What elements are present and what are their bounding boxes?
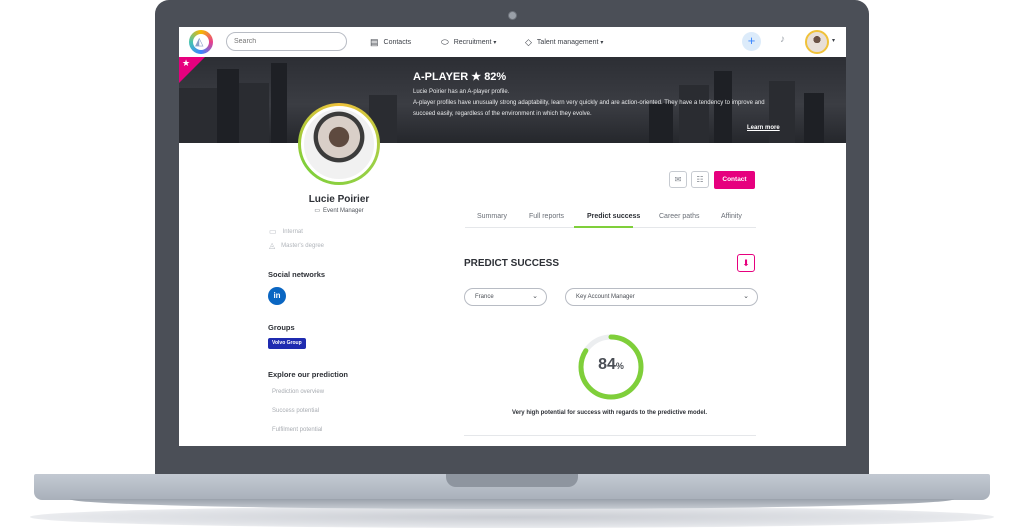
skyline-building	[271, 63, 287, 143]
skyline-building	[714, 71, 732, 143]
profile-name: Lucie Poirier	[308, 194, 370, 205]
chevron-down-icon[interactable]: ▾	[832, 37, 835, 44]
explore-link-prediction-overview[interactable]: Prediction overview	[272, 389, 324, 395]
team-button[interactable]: ☷	[691, 171, 709, 188]
briefcase-icon: ▭	[314, 208, 320, 214]
country-select[interactable]: France ⌄	[464, 288, 547, 306]
profile-role: ▭ Event Manager	[298, 207, 380, 214]
profile-photo	[298, 103, 380, 185]
envelope-icon: ✉	[674, 175, 682, 184]
explore-link-success-potential[interactable]: Success potential	[272, 408, 319, 414]
profile-role-label: Event Manager	[322, 208, 364, 214]
chevron-down-icon: ⌄	[532, 293, 538, 300]
tab-full-reports[interactable]: Full reports	[529, 213, 564, 220]
nav-recruitment[interactable]: ⬭ Recruitment ▾	[441, 35, 496, 49]
tab-affinity[interactable]: Affinity	[721, 213, 742, 220]
nav-talent-management[interactable]: ◇ Talent management ▾	[525, 35, 603, 49]
nav-talent-label: Talent management	[536, 38, 599, 46]
users-icon: ☷	[696, 175, 704, 184]
add-button[interactable]: +	[742, 32, 761, 51]
skyline-building	[239, 83, 269, 143]
star-icon[interactable]: ★	[182, 58, 190, 69]
download-icon: ⬇	[742, 258, 750, 268]
banner-text-line: Lucie Poirier has an A-player profile.	[413, 89, 510, 95]
internship-label: Internat	[282, 228, 303, 235]
job-select-value: Key Account Manager	[576, 294, 635, 300]
banner-text-line: A-player profiles have unusually strong …	[413, 100, 765, 106]
learn-more-link[interactable]: Learn more	[747, 125, 780, 131]
job-select[interactable]: Key Account Manager ⌄	[565, 288, 758, 306]
skyline-building	[769, 81, 795, 143]
laptop-notch	[446, 474, 578, 487]
top-navigation-bar: ◭ ▤ Contacts ⬭ Recruitment ▾ ◇ Talent ma…	[179, 27, 846, 57]
profile-internship: ▭ Internat	[269, 227, 303, 236]
social-networks-heading: Social networks	[268, 270, 326, 279]
gauge-score: 84%	[576, 356, 646, 374]
explore-link-fulfilment-potential[interactable]: Fulfilment potential	[272, 427, 322, 433]
email-button[interactable]: ✉	[669, 171, 687, 188]
skyline-building	[649, 103, 673, 143]
tab-summary[interactable]: Summary	[477, 213, 507, 220]
groups-heading: Groups	[268, 323, 295, 332]
nav-recruitment-label: Recruitment	[453, 38, 492, 46]
nav-contacts[interactable]: ▤ Contacts	[370, 35, 411, 49]
degree-label: Master's degree	[281, 242, 324, 249]
skyline-building	[179, 88, 219, 143]
linkedin-icon[interactable]: in	[268, 287, 286, 305]
camera-icon	[508, 11, 517, 20]
laptop-mockup: ◭ ▤ Contacts ⬭ Recruitment ▾ ◇ Talent ma…	[0, 0, 1024, 531]
chevron-down-icon: ⌄	[743, 293, 749, 300]
skyline-building	[217, 69, 239, 143]
app-logo-icon[interactable]: ◭	[189, 30, 213, 54]
floor-shadow	[30, 506, 994, 528]
group-badge[interactable]: Volvo Group	[268, 338, 306, 349]
active-tab-indicator	[574, 226, 633, 228]
prediction-caption: Very high potential for success with reg…	[511, 410, 708, 416]
chevron-down-icon: ▾	[600, 39, 604, 46]
bell-icon[interactable]: ♪	[780, 34, 785, 45]
tab-predict-success[interactable]: Predict success	[587, 213, 640, 220]
handshake-icon: ⬭	[441, 36, 449, 47]
user-avatar[interactable]	[805, 30, 829, 54]
search-input[interactable]	[226, 32, 347, 51]
skyline-building	[804, 93, 824, 143]
profile-photo-image	[301, 106, 377, 182]
banner-title: A-PLAYER ★ 82%	[413, 71, 507, 83]
download-button[interactable]: ⬇	[737, 254, 755, 272]
divider	[464, 435, 756, 436]
chevron-down-icon: ▾	[493, 39, 497, 46]
gauge-score-unit: %	[615, 361, 624, 371]
nav-contacts-label: Contacts	[383, 38, 412, 46]
profile-degree: ◬ Master's degree	[269, 241, 324, 250]
gauge-score-value: 84	[598, 356, 616, 373]
briefcase-icon: ▭	[269, 227, 277, 236]
contact-button[interactable]: Contact	[714, 171, 755, 189]
graduation-cap-icon: ◬	[269, 241, 276, 250]
diamond-icon: ◇	[525, 36, 532, 47]
country-select-value: France	[475, 294, 494, 300]
logo-glyph: ◭	[195, 36, 204, 48]
skyline-building	[679, 85, 709, 143]
explore-heading: Explore our prediction	[268, 370, 349, 379]
banner-text-line: succeed easily, regardless of the enviro…	[413, 111, 592, 117]
profile-tabs: Summary Full reports Predict success Car…	[465, 210, 756, 228]
predict-success-title: PREDICT SUCCESS	[464, 258, 560, 269]
contact-card-icon: ▤	[370, 36, 379, 47]
laptop-base-lip	[70, 499, 954, 509]
tab-career-paths[interactable]: Career paths	[659, 213, 699, 220]
app-screen: ◭ ▤ Contacts ⬭ Recruitment ▾ ◇ Talent ma…	[179, 27, 846, 446]
